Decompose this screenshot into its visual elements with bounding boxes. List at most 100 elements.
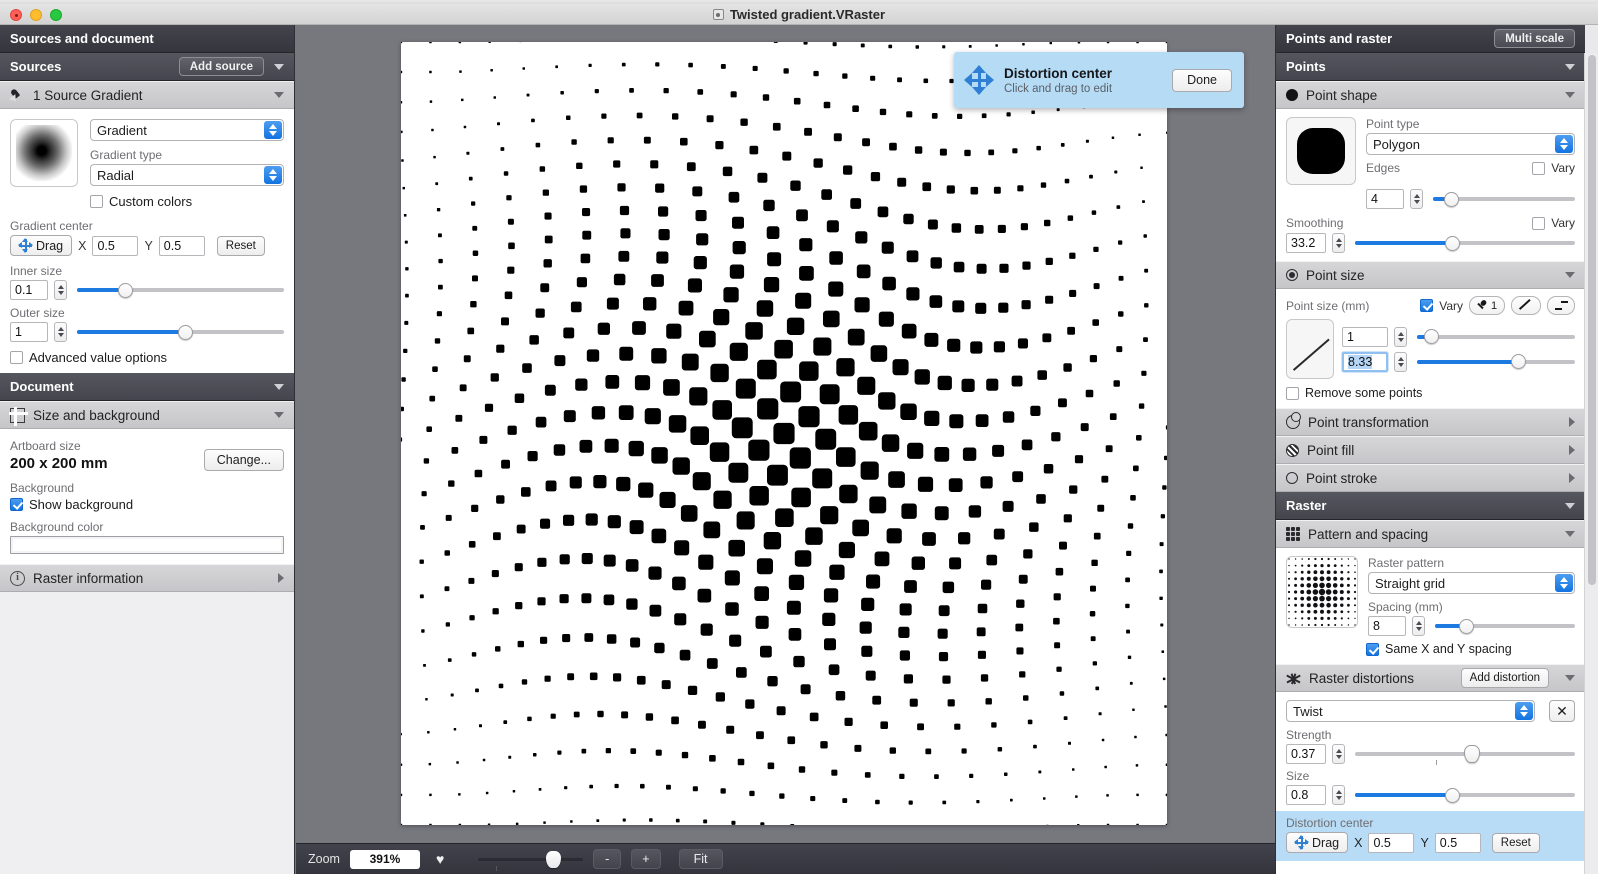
outer-size-input[interactable]: 1 bbox=[10, 322, 48, 342]
add-source-button[interactable]: Add source bbox=[178, 57, 264, 76]
point-size-collapse-icon[interactable] bbox=[1565, 272, 1575, 278]
distortion-center-reset-button[interactable]: Reset bbox=[1491, 832, 1540, 853]
chevron-updown-icon[interactable] bbox=[1555, 135, 1573, 153]
scrollbar-thumb[interactable] bbox=[1588, 55, 1596, 585]
point-type-select[interactable]: Polygon bbox=[1366, 133, 1575, 155]
point-size-min-input[interactable]: 1 bbox=[1342, 326, 1388, 347]
point-size-max-slider[interactable] bbox=[1417, 352, 1575, 372]
edges-input[interactable]: 4 bbox=[1366, 189, 1404, 209]
smoothing-stepper[interactable] bbox=[1332, 233, 1345, 253]
size-ramp-preview[interactable] bbox=[1286, 319, 1334, 379]
gradient-center-drag-button[interactable]: Drag bbox=[10, 235, 73, 256]
smoothing-input[interactable]: 33.2 bbox=[1286, 233, 1326, 253]
document-collapse-icon[interactable] bbox=[274, 383, 284, 390]
gradient-y-input[interactable]: 0.5 bbox=[158, 235, 205, 256]
raster-distortions-collapse-icon[interactable] bbox=[1565, 675, 1575, 681]
edges-stepper[interactable] bbox=[1410, 189, 1423, 209]
advanced-value-options-checkbox[interactable] bbox=[10, 351, 23, 364]
point-transformation-header[interactable]: Point transformation bbox=[1276, 408, 1585, 436]
size-background-collapse-icon[interactable] bbox=[274, 412, 284, 418]
gradient-preview-thumbnail[interactable] bbox=[10, 119, 78, 187]
gradient-x-input[interactable]: 0.5 bbox=[92, 235, 139, 256]
remove-distortion-button[interactable]: ✕ bbox=[1549, 700, 1575, 722]
sources-section-header[interactable]: Sources Add source bbox=[0, 53, 294, 81]
right-panel-scrollbar[interactable] bbox=[1584, 53, 1598, 874]
spacing-input[interactable]: 8 bbox=[1368, 616, 1406, 636]
point-size-max-input[interactable]: 8.33 bbox=[1342, 351, 1388, 372]
distortion-y-input[interactable]: 0.5 bbox=[1434, 832, 1481, 853]
distortion-x-input[interactable]: 0.5 bbox=[1368, 832, 1415, 853]
sources-collapse-icon[interactable] bbox=[274, 63, 284, 70]
distortion-type-select[interactable]: Twist bbox=[1286, 700, 1535, 722]
chevron-updown-icon[interactable] bbox=[1515, 702, 1533, 720]
pattern-spacing-header[interactable]: Pattern and spacing bbox=[1276, 520, 1585, 548]
point-size-min-slider[interactable] bbox=[1417, 327, 1575, 347]
custom-colors-checkbox[interactable] bbox=[90, 195, 103, 208]
zoom-input[interactable]: 391% bbox=[349, 849, 420, 869]
eyedropper-sample-button[interactable]: 1 bbox=[1469, 296, 1505, 315]
spacing-stepper[interactable] bbox=[1412, 616, 1425, 636]
point-fill-expand-icon[interactable] bbox=[1569, 445, 1575, 455]
point-size-max-stepper[interactable] bbox=[1394, 351, 1407, 372]
chevron-updown-icon[interactable] bbox=[1555, 574, 1573, 592]
zoom-in-button[interactable]: + bbox=[631, 849, 661, 869]
raster-section-header[interactable]: Raster bbox=[1276, 492, 1585, 520]
pattern-spacing-collapse-icon[interactable] bbox=[1565, 531, 1575, 537]
smoothing-slider[interactable] bbox=[1355, 233, 1575, 253]
strength-slider[interactable] bbox=[1355, 744, 1575, 765]
remove-some-points-checkbox[interactable] bbox=[1286, 386, 1299, 400]
multi-scale-button[interactable]: Multi scale bbox=[1494, 29, 1575, 48]
zoom-slider[interactable] bbox=[478, 849, 584, 871]
gradient-center-reset-button[interactable]: Reset bbox=[216, 235, 265, 256]
document-section-header[interactable]: Document bbox=[0, 373, 294, 401]
hud-done-button[interactable]: Done bbox=[1172, 68, 1232, 92]
point-shape-collapse-icon[interactable] bbox=[1565, 92, 1575, 98]
heart-icon[interactable]: ♥ bbox=[436, 851, 444, 867]
point-size-min-stepper[interactable] bbox=[1394, 326, 1407, 347]
points-collapse-icon[interactable] bbox=[1565, 63, 1575, 70]
distortion-size-slider[interactable] bbox=[1355, 785, 1575, 805]
outer-size-stepper[interactable] bbox=[54, 322, 67, 342]
show-background-checkbox[interactable] bbox=[10, 498, 23, 511]
points-section-header[interactable]: Points bbox=[1276, 53, 1585, 81]
source-item-collapse-icon[interactable] bbox=[274, 92, 284, 98]
strength-input[interactable]: 0.37 bbox=[1286, 744, 1326, 764]
background-color-well[interactable] bbox=[10, 536, 284, 554]
source-type-select[interactable]: Gradient bbox=[90, 119, 284, 141]
inner-size-input[interactable]: 0.1 bbox=[10, 280, 48, 300]
point-stroke-header[interactable]: Point stroke bbox=[1276, 464, 1585, 492]
raster-information-header[interactable]: i Raster information bbox=[0, 564, 294, 592]
edges-vary-checkbox[interactable] bbox=[1532, 161, 1546, 175]
inner-size-slider[interactable] bbox=[77, 280, 284, 300]
distortion-center-hud[interactable]: Distortion center Click and drag to edit… bbox=[954, 52, 1244, 108]
zoom-out-button[interactable]: - bbox=[593, 849, 622, 869]
raster-pattern-select[interactable]: Straight grid bbox=[1368, 572, 1575, 594]
size-background-header[interactable]: Size and background bbox=[0, 401, 294, 429]
canvas-area[interactable]: Distortion center Click and drag to edit… bbox=[296, 25, 1275, 874]
chevron-updown-icon[interactable] bbox=[264, 166, 282, 184]
distortion-center-drag-button[interactable]: Drag bbox=[1286, 832, 1349, 853]
size-steps-button[interactable] bbox=[1547, 296, 1575, 315]
raster-collapse-icon[interactable] bbox=[1565, 502, 1575, 509]
raster-information-expand-icon[interactable] bbox=[278, 573, 284, 583]
zoom-fit-button[interactable]: Fit bbox=[678, 849, 723, 869]
smoothing-vary-checkbox[interactable] bbox=[1532, 216, 1546, 230]
strength-stepper[interactable] bbox=[1332, 744, 1345, 764]
spacing-slider[interactable] bbox=[1435, 616, 1575, 636]
distortion-size-input[interactable]: 0.8 bbox=[1286, 785, 1326, 805]
point-size-vary-checkbox[interactable] bbox=[1420, 299, 1434, 312]
gradient-type-select[interactable]: Radial bbox=[90, 164, 284, 186]
add-distortion-button[interactable]: Add distortion bbox=[1460, 668, 1549, 688]
chevron-updown-icon[interactable] bbox=[264, 121, 282, 139]
point-transformation-expand-icon[interactable] bbox=[1569, 417, 1575, 427]
point-shape-preview[interactable] bbox=[1286, 117, 1356, 185]
artboard-canvas[interactable] bbox=[401, 42, 1167, 825]
point-shape-header[interactable]: Point shape bbox=[1276, 81, 1585, 109]
source-item-header[interactable]: 1 Source Gradient bbox=[0, 81, 294, 109]
distortion-size-stepper[interactable] bbox=[1332, 785, 1345, 805]
raster-pattern-preview[interactable] bbox=[1286, 556, 1358, 628]
outer-size-slider[interactable] bbox=[77, 322, 284, 342]
point-size-header[interactable]: Point size bbox=[1276, 261, 1585, 289]
size-curve-button[interactable] bbox=[1511, 296, 1541, 315]
raster-distortions-header[interactable]: Raster distortions Add distortion bbox=[1276, 664, 1585, 692]
